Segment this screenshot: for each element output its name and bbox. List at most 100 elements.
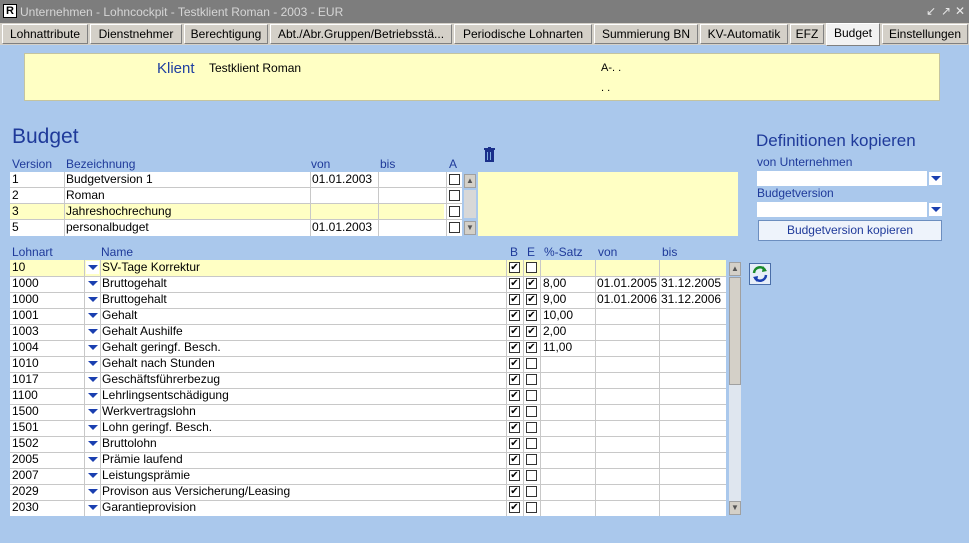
lohnart-name-cell[interactable]: Lohn geringf. Besch. — [100, 420, 506, 436]
lohnart-von-cell[interactable]: 01.01.2005 — [595, 276, 659, 292]
lohn-scroll-thumb[interactable] — [729, 277, 741, 385]
lohnart-name-cell[interactable]: Gehalt — [100, 308, 506, 324]
lohn-scroll-track[interactable] — [729, 385, 741, 501]
budget-a-checkbox[interactable] — [449, 174, 460, 185]
tab-summierung-bn[interactable]: Summierung BN — [594, 24, 698, 44]
lohnart-dropdown-icon[interactable] — [86, 485, 99, 498]
lohnart-code-cell[interactable]: 1017 — [10, 372, 84, 388]
budgetversion-kopieren-button[interactable]: Budgetversion kopieren — [758, 220, 942, 241]
budget-bis-cell[interactable] — [378, 188, 446, 204]
budget-bezeichnung-cell[interactable]: Budgetversion 1 — [64, 172, 310, 188]
lohnart-b-checkbox[interactable]: ✔ — [509, 390, 520, 401]
tab-lohnattribute[interactable]: Lohnattribute — [2, 24, 88, 44]
lohnart-name-cell[interactable]: Garantieprovision — [100, 500, 506, 516]
lohnart-code-cell[interactable]: 2007 — [10, 468, 84, 484]
tab-kv-automatik[interactable]: KV-Automatik — [700, 24, 788, 44]
budget-von-cell[interactable]: 01.01.2003 — [310, 172, 378, 188]
lohnart-e-checkbox[interactable] — [526, 358, 537, 369]
lohnart-bis-cell[interactable] — [659, 468, 726, 484]
lohnart-e-checkbox[interactable] — [526, 262, 537, 273]
lohnart-name-cell[interactable]: Bruttolohn — [100, 436, 506, 452]
lohnart-b-checkbox[interactable]: ✔ — [509, 278, 520, 289]
lohnart-satz-cell[interactable]: 11,00 — [541, 340, 595, 356]
lohnart-e-checkbox[interactable]: ✔ — [526, 342, 537, 353]
lohnart-b-checkbox[interactable]: ✔ — [509, 358, 520, 369]
lohnart-von-cell[interactable] — [595, 324, 659, 340]
delete-icon[interactable] — [483, 147, 497, 163]
lohnart-code-cell[interactable]: 1003 — [10, 324, 84, 340]
lohnart-dropdown-icon[interactable] — [86, 357, 99, 370]
budget-scrollbar-track[interactable] — [464, 190, 476, 218]
lohnart-von-cell[interactable] — [595, 420, 659, 436]
lohnart-b-checkbox[interactable]: ✔ — [509, 454, 520, 465]
lohnart-e-checkbox[interactable]: ✔ — [526, 326, 537, 337]
lohnart-b-checkbox[interactable]: ✔ — [509, 374, 520, 385]
budget-bis-cell[interactable] — [378, 204, 446, 220]
lohnart-e-checkbox[interactable] — [526, 502, 537, 513]
lohnart-von-cell[interactable] — [595, 404, 659, 420]
lohnart-code-cell[interactable]: 10 — [10, 260, 84, 276]
budget-bezeichnung-cell[interactable]: personalbudget — [64, 220, 310, 236]
lohnart-bis-cell[interactable] — [659, 388, 726, 404]
lohnart-b-checkbox[interactable]: ✔ — [509, 438, 520, 449]
lohnart-satz-cell[interactable] — [541, 404, 595, 420]
lohnart-e-checkbox[interactable] — [526, 470, 537, 481]
lohnart-name-cell[interactable]: Bruttogehalt — [100, 276, 506, 292]
lohnart-satz-cell[interactable] — [541, 372, 595, 388]
lohnart-bis-cell[interactable] — [659, 260, 726, 276]
von-unternehmen-dropdown-icon[interactable] — [929, 172, 942, 185]
budget-version-cell[interactable]: 3 — [10, 204, 64, 220]
lohnart-name-cell[interactable]: Bruttogehalt — [100, 292, 506, 308]
lohnart-bis-cell[interactable] — [659, 420, 726, 436]
lohnart-dropdown-icon[interactable] — [86, 453, 99, 466]
lohnart-b-checkbox[interactable]: ✔ — [509, 262, 520, 273]
lohnart-satz-cell[interactable]: 9,00 — [541, 292, 595, 308]
lohnart-von-cell[interactable] — [595, 308, 659, 324]
lohnart-name-cell[interactable]: Prämie laufend — [100, 452, 506, 468]
lohnart-bis-cell[interactable] — [659, 308, 726, 324]
lohn-scroll-up-icon[interactable]: ▲ — [729, 262, 741, 276]
lohnart-satz-cell[interactable]: 2,00 — [541, 324, 595, 340]
lohnart-von-cell[interactable] — [595, 500, 659, 516]
close-icon[interactable]: ✕ — [953, 4, 967, 18]
lohnart-satz-cell[interactable]: 8,00 — [541, 276, 595, 292]
maximize-icon[interactable]: ↗ — [939, 4, 953, 18]
budget-version-cell[interactable]: 2 — [10, 188, 64, 204]
lohnart-e-checkbox[interactable] — [526, 486, 537, 497]
tab-berechtigung[interactable]: Berechtigung — [184, 24, 268, 44]
scroll-down-icon[interactable]: ▼ — [464, 221, 476, 235]
lohnart-code-cell[interactable]: 1500 — [10, 404, 84, 420]
lohnart-dropdown-icon[interactable] — [86, 421, 99, 434]
lohnart-bis-cell[interactable] — [659, 484, 726, 500]
lohnart-code-cell[interactable]: 1000 — [10, 292, 84, 308]
lohnart-b-checkbox[interactable]: ✔ — [509, 406, 520, 417]
lohnart-satz-cell[interactable] — [541, 468, 595, 484]
lohnart-b-checkbox[interactable]: ✔ — [509, 342, 520, 353]
lohnart-dropdown-icon[interactable] — [86, 501, 99, 514]
lohnart-von-cell[interactable] — [595, 468, 659, 484]
budget-bezeichnung-cell[interactable]: Jahreshochrechung — [64, 204, 310, 220]
lohnart-bis-cell[interactable]: 31.12.2006 — [659, 292, 726, 308]
lohnart-von-cell[interactable] — [595, 356, 659, 372]
lohnart-von-cell[interactable] — [595, 484, 659, 500]
lohnart-code-cell[interactable]: 2029 — [10, 484, 84, 500]
lohnart-name-cell[interactable]: Gehalt nach Stunden — [100, 356, 506, 372]
lohnart-code-cell[interactable]: 1004 — [10, 340, 84, 356]
lohnart-name-cell[interactable]: Werkvertragslohn — [100, 404, 506, 420]
lohnart-satz-cell[interactable] — [541, 500, 595, 516]
budgetversion-field[interactable] — [757, 202, 927, 217]
lohnart-dropdown-icon[interactable] — [86, 293, 99, 306]
lohnart-von-cell[interactable] — [595, 260, 659, 276]
lohnart-code-cell[interactable]: 1001 — [10, 308, 84, 324]
lohnart-e-checkbox[interactable] — [526, 454, 537, 465]
tab-efz[interactable]: EFZ — [790, 24, 824, 44]
lohnart-b-checkbox[interactable]: ✔ — [509, 470, 520, 481]
lohnart-von-cell[interactable] — [595, 388, 659, 404]
lohnart-code-cell[interactable]: 1502 — [10, 436, 84, 452]
lohnart-code-cell[interactable]: 2005 — [10, 452, 84, 468]
lohnart-e-checkbox[interactable] — [526, 422, 537, 433]
lohnart-e-checkbox[interactable] — [526, 374, 537, 385]
budget-bis-cell[interactable] — [378, 220, 446, 236]
budgetversion-dropdown-icon[interactable] — [929, 203, 942, 216]
budget-version-cell[interactable]: 5 — [10, 220, 64, 236]
